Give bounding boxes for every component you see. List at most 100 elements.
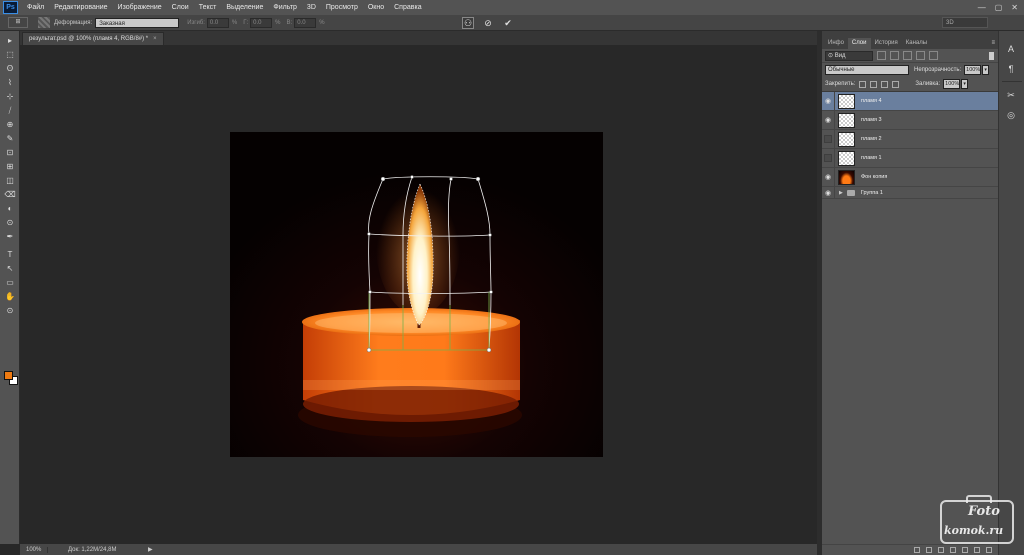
bend-input[interactable]: 0.0 [206,17,229,28]
tool-preset-picker[interactable]: ⊞ [8,17,28,28]
document-info: Док: 1,22M/24,8M [68,546,117,553]
tab-info[interactable]: Инфо [824,38,848,49]
visibility-eye-icon[interactable] [822,148,835,168]
layer-row[interactable]: ◉ Фон копия [822,167,998,187]
layer-row[interactable]: ◉ пламя 4 [822,91,998,111]
visibility-eye-icon[interactable]: ◉ [822,91,835,111]
visibility-eye-icon[interactable]: ◉ [822,167,835,187]
menu-item[interactable]: Просмотр [321,4,363,11]
close-button[interactable]: ✕ [1011,3,1018,12]
menu-item[interactable]: Текст [194,4,222,11]
add-mask-icon[interactable] [938,547,944,553]
menu-item[interactable]: Фильтр [268,4,302,11]
puppet-toggle-icon[interactable]: ⚇ [462,17,474,29]
tool-button[interactable]: ⊙ [4,218,16,228]
fill-input[interactable]: 100% [943,79,961,89]
visibility-eye-icon[interactable] [822,129,835,149]
tool-button[interactable]: ⧸ [4,106,16,116]
menu-items: Файл Редактирование Изображение Слои Текст Вы… [22,4,427,11]
workspace-select[interactable]: 3D [942,17,988,28]
new-group-icon[interactable] [962,547,968,553]
canvas-area[interactable] [20,45,817,544]
tool-button[interactable]: ⊹ [4,92,16,102]
tool-button[interactable]: ✋ [4,292,16,302]
photoshop-logo: Ps [3,1,18,14]
opacity-input[interactable]: 100% [964,65,982,75]
styles-panel-icon[interactable]: ◎ [1004,109,1018,121]
menu-item[interactable]: Слои [167,4,194,11]
h-distort-input[interactable]: 0.0 [250,17,273,28]
menu-item[interactable]: Редактирование [49,4,112,11]
opacity-dropdown-icon[interactable]: ▾ [982,65,990,75]
layer-row[interactable]: ◉ пламя 3 [822,110,998,130]
options-bar: ⊞ Деформация: Заказная Изгиб: 0.0 % Г: 0… [0,15,1024,31]
foreground-color-swatch[interactable] [4,371,13,380]
zoom-field[interactable]: 100% [20,546,48,553]
menu-item[interactable]: Изображение [113,4,167,11]
tool-button[interactable]: ⊡ [4,148,16,158]
filter-shape-icon[interactable] [916,51,925,60]
filter-toggle[interactable] [989,51,994,60]
tool-button[interactable]: ▸ [4,36,16,46]
tool-button[interactable]: ⌇ [4,78,16,88]
layer-group[interactable]: ◉ ▶ Группа 1 [822,186,998,199]
tool-button[interactable]: T [4,250,16,260]
group-expand-icon[interactable]: ▶ [839,190,843,196]
status-menu-arrow-icon[interactable]: ▶ [148,546,153,553]
document-tab[interactable]: результат.psd @ 100% (пламя 4, RGB/8#) *… [22,32,164,45]
character-panel-icon[interactable]: A [1004,43,1018,55]
lock-position-icon[interactable] [881,80,889,88]
tool-button[interactable]: ⊞ [4,162,16,172]
lock-transparent-icon[interactable] [859,80,867,88]
blend-mode-select[interactable]: Обычные [825,65,909,75]
layer-style-icon[interactable] [926,547,932,553]
tool-button[interactable]: ʘ [4,64,16,74]
menu-item[interactable]: Выделение [221,4,268,11]
cancel-transform-icon[interactable]: ⊘ [482,17,494,29]
tool-button[interactable]: ⊕ [4,120,16,130]
adjustment-layer-icon[interactable] [950,547,956,553]
menu-item[interactable]: Справка [389,4,426,11]
lock-all-icon[interactable] [892,80,900,88]
layer-thumbnail [838,93,855,109]
layer-row[interactable]: пламя 2 [822,129,998,149]
layer-row[interactable]: пламя 1 [822,148,998,168]
tool-button[interactable]: ⌫ [4,190,16,200]
maximize-button[interactable]: ▢ [995,3,1003,12]
deform-select[interactable]: Заказная [95,17,180,28]
menu-item[interactable]: Файл [22,4,49,11]
tools-panel-icon[interactable]: ✂ [1004,89,1018,101]
filter-type-icon[interactable] [903,51,912,60]
lock-pixels-icon[interactable] [870,80,878,88]
filter-adjustment-icon[interactable] [890,51,899,60]
layer-filter-select[interactable]: ⊙ Вид [825,50,873,61]
close-tab-icon[interactable]: × [153,36,157,42]
tool-button[interactable]: ✒ [4,232,16,242]
tool-button[interactable]: ▭ [4,278,16,288]
tab-history[interactable]: История [871,38,902,49]
tool-button[interactable]: ◐ [4,204,16,214]
paragraph-panel-icon[interactable]: ¶ [1004,63,1018,75]
filter-pixel-icon[interactable] [877,51,886,60]
tool-button[interactable]: ⊙ [4,306,16,316]
lock-row: Закрепить: Заливка: 100% ▾ [822,77,998,91]
v-distort-input[interactable]: 0.0 [294,17,317,28]
link-layers-icon[interactable] [914,547,920,553]
visibility-eye-icon[interactable]: ◉ [822,186,835,199]
menu-item[interactable]: 3D [302,4,321,11]
commit-transform-icon[interactable]: ✔ [502,17,514,29]
fill-dropdown-icon[interactable]: ▾ [961,79,969,89]
tool-button[interactable]: ◫ [4,176,16,186]
tool-button[interactable]: ✎ [4,134,16,144]
delete-layer-icon[interactable] [986,547,992,553]
minimize-button[interactable]: — [978,3,986,12]
menu-item[interactable]: Окно [363,4,389,11]
tab-channels[interactable]: Каналы [902,38,931,49]
visibility-eye-icon[interactable]: ◉ [822,110,835,130]
document-canvas[interactable] [20,45,817,544]
filter-smart-object-icon[interactable] [929,51,938,60]
tool-button[interactable]: ↖ [4,264,16,274]
tab-layers[interactable]: Слои [847,38,871,49]
new-layer-icon[interactable] [974,547,980,553]
tool-button[interactable]: ⬚ [4,50,16,60]
